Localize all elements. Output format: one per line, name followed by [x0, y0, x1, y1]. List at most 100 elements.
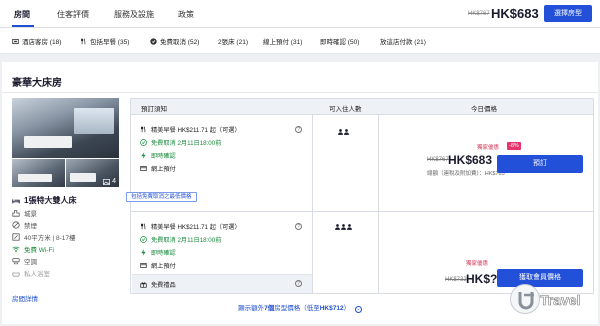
more-prices-count: 7個 — [264, 305, 275, 312]
fork-knife-icon — [141, 126, 146, 133]
room-card: 豪華大床房 4 1張特大雙人床 城景 禁煙 40平方米 | 8-17樓 免費 W… — [2, 62, 598, 324]
cancel-text: 免費取消 2月11日18:00前 — [151, 140, 222, 147]
person-icon — [344, 129, 349, 135]
instant-confirm-info: 即時確認 — [140, 248, 176, 257]
cancel-text: 免費取消 2月11日18:00前 — [151, 237, 222, 244]
person-icon — [335, 224, 340, 230]
col-header-policy: 預訂須知 — [141, 106, 167, 113]
gift-icon — [140, 282, 147, 288]
bed-shape — [70, 173, 96, 182]
window-view — [74, 108, 114, 134]
feature-bed: 1張特大雙人床 — [12, 195, 76, 206]
top-tab-bar: 房間 住客評價 服務及設施 政策 HK$767 HK$683 選擇房型 — [0, 0, 600, 28]
prepay-info: 網上預付 — [140, 261, 176, 270]
filter-label: 線上預付 (31) — [263, 39, 303, 46]
tab-policies[interactable]: 政策 — [178, 9, 194, 20]
header-price: HK$683 — [491, 6, 539, 21]
filter-two-beds[interactable]: 2張床 (21) — [218, 35, 248, 47]
filter-label: 包括早餐 (35) — [90, 39, 130, 46]
no-smoking-icon — [12, 221, 20, 229]
room-photo-thumb[interactable] — [12, 159, 65, 187]
room-icon — [12, 38, 19, 44]
filter-breakfast[interactable]: 包括早餐 (35) — [80, 35, 129, 47]
feature-label: 1張特大雙人床 — [24, 196, 77, 205]
filter-label: 放這店付款 (21) — [380, 39, 426, 46]
logo-text: Travel — [540, 292, 581, 309]
lowest-free-cancel-tag: 包括免費取消之最低價格 — [126, 192, 197, 202]
feature-no-smoking: 禁煙 — [12, 220, 37, 230]
filter-label: 酒店客房 (18) — [22, 39, 62, 46]
offer-price: HK$683 — [448, 153, 493, 167]
aircon-icon — [12, 258, 20, 265]
filter-label: 免費取消 (52) — [160, 39, 200, 46]
select-room-button[interactable]: 選擇房型 — [544, 5, 592, 22]
card-icon — [140, 166, 147, 171]
card-icon — [140, 263, 147, 268]
tab-facilities[interactable]: 服務及設施 — [114, 9, 154, 20]
help-icon[interactable]: ? — [295, 223, 302, 230]
logo-badge — [510, 284, 540, 314]
show-more-prices-link[interactable]: 顯示額外7個房型價格（低至HK$712） ⌄ — [2, 302, 598, 313]
book-button[interactable]: 預訂 — [497, 155, 583, 173]
guest-capacity — [335, 224, 352, 230]
breakfast-text: 精美早餐 HK$211.71 起（可選） — [151, 224, 241, 231]
more-prices-price: HK$712 — [319, 305, 344, 312]
col-header-price: 今日價格 — [471, 106, 497, 113]
filter-hotel-rooms[interactable]: 酒店客房 (18) — [12, 35, 61, 47]
filter-pay-at-hotel[interactable]: 放這店付款 (21) — [380, 35, 426, 47]
tab-rooms[interactable]: 房間 — [14, 9, 30, 20]
check-circle-icon — [140, 139, 147, 146]
pay-text: 網上預付 — [151, 263, 176, 270]
feature-label: 私人浴室 — [24, 271, 50, 278]
room-title: 豪華大床房 — [12, 78, 62, 89]
col-header-guests: 可入住人數 — [329, 106, 362, 113]
more-prices-middle: 房型價格（低至 — [274, 305, 320, 312]
price-total-note: 總額（連稅及附加費）：HK$785 — [427, 171, 505, 177]
bed-shape — [24, 136, 72, 148]
wifi-icon — [12, 246, 20, 253]
city-icon — [12, 210, 20, 217]
photo-count-value: 4 — [112, 178, 116, 185]
filter-instant-confirm[interactable]: 即時確認 (50) — [320, 35, 359, 47]
check-circle-icon — [140, 236, 147, 243]
room-photo-main[interactable] — [12, 98, 119, 158]
breakfast-option: 精美早餐 HK$211.71 起（可選） — [140, 222, 241, 231]
person-icon — [347, 224, 352, 230]
active-tab-indicator — [12, 25, 34, 27]
filter-prepay-online[interactable]: 線上預付 (31) — [263, 35, 302, 47]
row-divider — [131, 211, 593, 212]
tab-reviews[interactable]: 住客評價 — [57, 9, 89, 20]
filter-label: 即時確認 (50) — [320, 39, 360, 46]
divider — [2, 92, 598, 93]
watermark-logo: Travel — [510, 284, 598, 324]
help-icon[interactable]: ? — [295, 126, 302, 133]
free-gift-info: 免費禮品 — [140, 280, 176, 289]
more-prices-prefix: 顯示額外 — [238, 305, 265, 312]
size-icon — [12, 233, 20, 241]
header-old-price: HK$767 — [468, 11, 490, 17]
table-header: 預訂須知 可入住人數 今日價格 — [131, 99, 593, 115]
free-cancel-info: 免費取消 2月11日18:00前 — [140, 138, 221, 147]
promo-label: 獨家優惠 — [466, 261, 489, 267]
feature-bathroom: 私人浴室 — [12, 268, 50, 278]
offer-price: HK$? — [466, 272, 498, 286]
confirm-text: 即時確認 — [151, 153, 176, 160]
fork-knife-icon — [81, 37, 86, 44]
filter-label: 2張床 (21) — [218, 39, 248, 46]
feature-label: 禁煙 — [24, 223, 37, 230]
chevron-down-icon: ⌄ — [354, 306, 362, 313]
feature-wifi: 免費 Wi-Fi — [12, 244, 54, 254]
room-photo-thumb[interactable]: 4 — [66, 159, 119, 187]
breakfast-text: 精美早餐 HK$211.71 起（可選） — [151, 127, 241, 134]
feature-label: 40平方米 | 8-17樓 — [24, 235, 76, 242]
more-prices-suffix: ） — [343, 305, 351, 312]
gift-text: 免費禮品 — [151, 282, 176, 289]
instant-confirm-info: 即時確認 — [140, 151, 176, 160]
gift-row: 免費禮品 — [132, 274, 312, 293]
filter-free-cancel[interactable]: 免費取消 (52) — [150, 35, 199, 47]
feature-label: 空調 — [24, 259, 37, 266]
old-price: HK$767 — [427, 157, 449, 163]
help-icon[interactable]: ? — [295, 280, 302, 287]
discount-badge: -8% — [507, 142, 521, 150]
feature-city-view: 城景 — [12, 208, 37, 218]
